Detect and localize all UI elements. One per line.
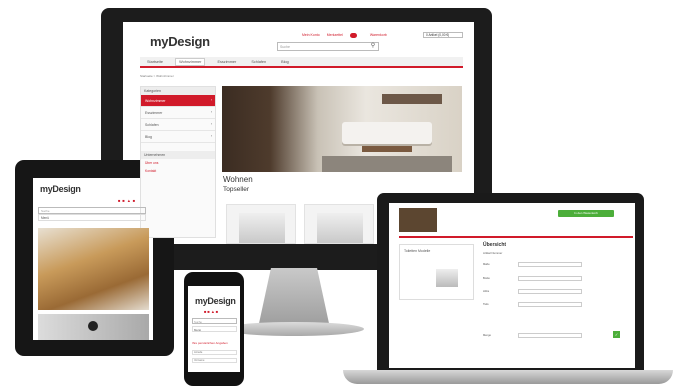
sidebar-item-wohnzimmer[interactable]: Wohnzimmer › <box>141 95 215 107</box>
wishlist-count-badge <box>349 33 357 38</box>
laptop-divider <box>399 236 633 238</box>
monitor-top-links: Mein Konto Merkzettel Warenkorb <box>302 33 393 38</box>
confirm-button[interactable]: ✓ <box>613 331 620 338</box>
laptop-base <box>343 370 673 384</box>
phone-search-input[interactable]: Suche <box>192 318 237 324</box>
hero-wall-art <box>382 94 442 104</box>
product-image <box>317 213 363 243</box>
phone-form-heading: Ihre persönlichen Angaben <box>192 341 228 345</box>
form-label: Tiefe <box>483 303 489 306</box>
sidebar-item-blog[interactable]: Blog › <box>141 131 215 143</box>
tablet-hero-image[interactable] <box>38 228 149 310</box>
cart-link[interactable]: Warenkorb <box>370 33 387 37</box>
hero-table <box>362 146 412 152</box>
form-input[interactable] <box>518 276 582 281</box>
add-to-cart-button[interactable]: In den Warenkorb <box>558 210 614 217</box>
product-thumbnail[interactable] <box>226 204 296 244</box>
phone-header-icons[interactable]: ■■▲■ <box>204 309 219 314</box>
laptop-title: Übersicht <box>483 242 507 248</box>
category-sidebar: Kategorien Wohnzimmer › Esszimmer › Schlaf… <box>140 86 216 238</box>
form-input[interactable] <box>518 333 582 338</box>
section-title: Topseller <box>223 186 250 193</box>
form-input[interactable] <box>518 302 582 307</box>
tablet-logo[interactable]: myDesign <box>40 184 81 194</box>
chevron-right-icon: › <box>210 134 212 138</box>
hero-sofa <box>342 122 432 144</box>
model-box-title: Toiletten Modelle <box>404 249 431 253</box>
phone-menu-button[interactable]: Menü <box>192 326 237 332</box>
sidebar-item-schlafen[interactable]: Schlafen › <box>141 119 215 131</box>
main-nav: Startseite Wohnzimmer Esszimmer Schlafen… <box>140 57 463 68</box>
nav-item-schlafen[interactable]: Schlafen <box>248 59 269 65</box>
laptop-article-info: Artikel Nummer <box>483 251 503 255</box>
tablet-search-input[interactable]: Suche <box>38 207 146 214</box>
cart-summary-button[interactable]: 0 Artikel (0,00 €) <box>423 32 463 38</box>
product-thumbnail[interactable] <box>304 204 374 244</box>
product-image <box>239 213 285 243</box>
laptop-model-box[interactable]: Toiletten Modelle <box>399 244 474 300</box>
form-input[interactable] <box>518 289 582 294</box>
search-icon[interactable]: ⚲ <box>369 43 377 50</box>
nav-item-blog[interactable]: Blog <box>278 59 292 65</box>
monitor-stand <box>258 268 330 328</box>
phone-logo[interactable]: myDesign <box>195 296 236 306</box>
nav-item-wohnzimmer[interactable]: Wohnzimmer <box>175 58 206 66</box>
form-label: Höhe <box>483 290 490 293</box>
wishlist-link[interactable]: Merkzettel <box>327 33 363 38</box>
chevron-right-icon: › <box>210 110 212 114</box>
form-label: Breite <box>483 277 490 280</box>
sidebar-item-esszimmer[interactable]: Esszimmer › <box>141 107 215 119</box>
nav-item-esszimmer[interactable]: Esszimmer <box>214 59 239 65</box>
monitor-logo[interactable]: myDesign <box>150 34 210 49</box>
chevron-right-icon: › <box>210 98 212 102</box>
tablet-menu-button[interactable]: Menü <box>38 214 146 221</box>
chevron-right-icon: › <box>210 122 212 126</box>
form-label: Maße <box>483 263 490 266</box>
sidebar-heading-2: Unternehmen <box>141 151 215 159</box>
hero-rug <box>322 156 452 172</box>
nav-item-start[interactable]: Startseite <box>144 59 166 65</box>
play-icon[interactable] <box>88 321 98 331</box>
phone-field-firstname[interactable]: Vorname <box>192 358 237 363</box>
account-link[interactable]: Mein Konto <box>302 33 320 37</box>
hero-image[interactable] <box>222 86 462 172</box>
form-label: Menge <box>483 334 491 337</box>
sidebar-link-contact[interactable]: Kontakt <box>141 167 215 175</box>
sidebar-link-about[interactable]: Über uns <box>141 159 215 167</box>
search-input[interactable]: Suche <box>277 42 379 51</box>
model-image <box>436 269 458 287</box>
tablet-video-thumbnail[interactable] <box>38 314 149 340</box>
sidebar-heading: Kategorien <box>141 87 215 95</box>
form-input[interactable] <box>518 262 582 267</box>
laptop-product-image <box>399 208 437 232</box>
page-title: Wohnen <box>223 175 253 184</box>
monitor-base <box>224 322 364 336</box>
breadcrumb[interactable]: Startseite > Wohnzimmer <box>140 74 174 78</box>
phone-field-salutation[interactable]: Anrede <box>192 350 237 355</box>
tablet-header-icons[interactable]: ■■▲■ <box>118 198 137 203</box>
